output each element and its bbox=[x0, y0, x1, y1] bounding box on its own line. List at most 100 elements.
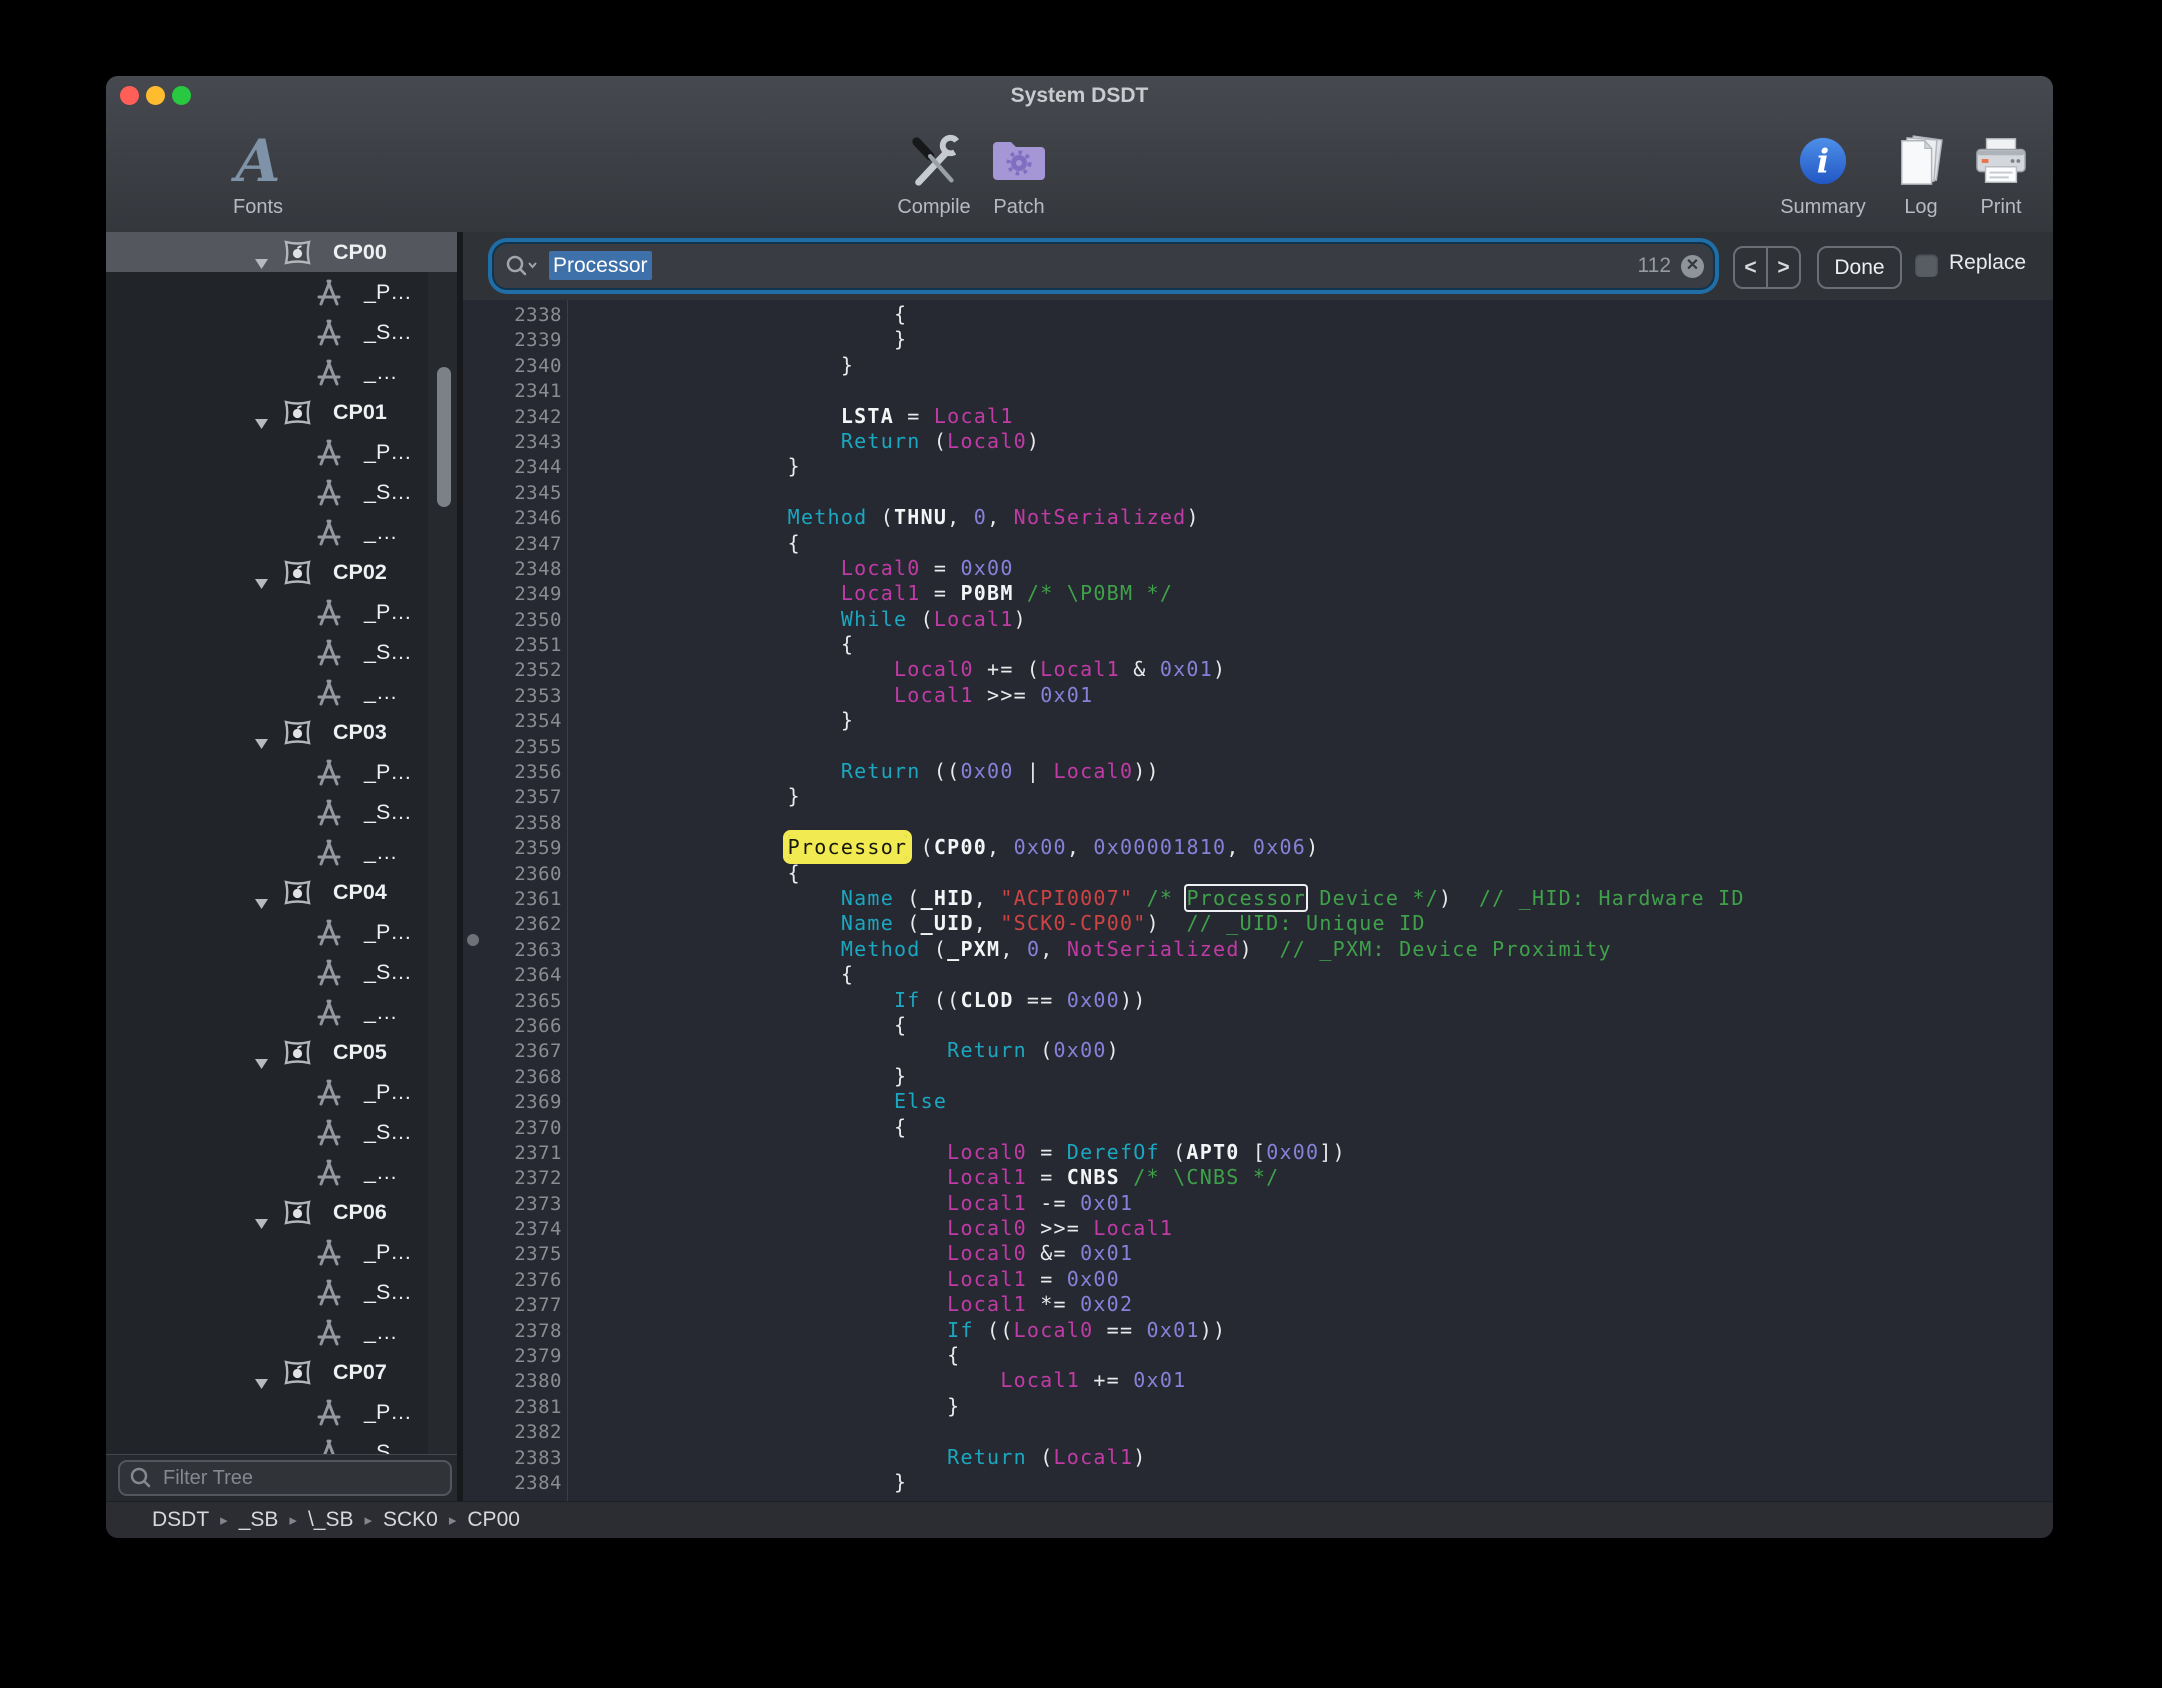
code-lines: 2338 {2339 }2340 }23412342 LSTA = Local1… bbox=[463, 302, 2053, 1495]
replace-checkbox[interactable] bbox=[1915, 254, 1938, 277]
code-line: 2377 Local1 *= 0x02 bbox=[463, 1292, 2053, 1317]
tree-group-label: CP01 bbox=[333, 392, 387, 432]
sidebar-item-cp06[interactable]: CP06 bbox=[106, 1192, 457, 1232]
breadcrumb-item-dsdt[interactable]: DSDT bbox=[152, 1508, 209, 1532]
tree-item-label: _S… bbox=[364, 792, 412, 832]
line-number: 2380 bbox=[463, 1369, 562, 1394]
line-number: 2351 bbox=[463, 633, 562, 658]
tree-item[interactable]: _… bbox=[106, 992, 457, 1032]
tree-item[interactable]: _… bbox=[106, 832, 457, 872]
tree-item[interactable]: _S… bbox=[106, 632, 457, 672]
tree-item[interactable]: _P… bbox=[106, 752, 457, 792]
method-icon bbox=[314, 759, 344, 786]
disclosure-triangle-icon[interactable] bbox=[254, 258, 269, 270]
sidebar-item-cp03[interactable]: CP03 bbox=[106, 712, 457, 752]
breadcrumb-separator-icon: ▸ bbox=[449, 1511, 457, 1529]
tree-item[interactable]: _P… bbox=[106, 1072, 457, 1112]
disclosure-triangle-icon[interactable] bbox=[254, 1218, 269, 1230]
code-line: 2358 bbox=[463, 810, 2053, 835]
search-input[interactable]: Processor 112 ✕ bbox=[494, 244, 1713, 288]
find-next-button[interactable]: > bbox=[1768, 248, 1799, 287]
search-icon[interactable] bbox=[505, 254, 539, 278]
filter-tree-input[interactable] bbox=[161, 1466, 415, 1491]
breadcrumb-item-sck0[interactable]: SCK0 bbox=[383, 1508, 438, 1532]
tree-item[interactable]: _P… bbox=[106, 432, 457, 472]
line-number: 2355 bbox=[463, 735, 562, 760]
code-line: 2348 Local0 = 0x00 bbox=[463, 556, 2053, 581]
tree-item-label: _P… bbox=[364, 1072, 412, 1112]
line-number: 2372 bbox=[463, 1166, 562, 1191]
line-number: 2374 bbox=[463, 1217, 562, 1242]
code-line: 2338 { bbox=[463, 302, 2053, 327]
code-line: 2350 While (Local1) bbox=[463, 607, 2053, 632]
tree-item-label: _… bbox=[364, 352, 397, 392]
line-number: 2353 bbox=[463, 684, 562, 709]
tree-item-label: _… bbox=[364, 1312, 397, 1352]
pane-divider[interactable] bbox=[457, 232, 463, 1501]
tree-item[interactable]: _… bbox=[106, 1312, 457, 1352]
tree-item[interactable]: _S… bbox=[106, 1112, 457, 1152]
code-line: 2340 } bbox=[463, 353, 2053, 378]
tree-item[interactable]: _S… bbox=[106, 1272, 457, 1312]
line-number: 2338 bbox=[463, 303, 562, 328]
disclosure-triangle-icon[interactable] bbox=[254, 578, 269, 590]
line-number: 2384 bbox=[463, 1471, 562, 1496]
sidebar-item-cp01[interactable]: CP01 bbox=[106, 392, 457, 432]
line-number: 2378 bbox=[463, 1319, 562, 1344]
line-number: 2369 bbox=[463, 1090, 562, 1115]
tree-item[interactable]: _… bbox=[106, 672, 457, 712]
tree-item[interactable]: _… bbox=[106, 1152, 457, 1192]
disclosure-triangle-icon[interactable] bbox=[254, 898, 269, 910]
method-icon bbox=[314, 359, 344, 386]
fonts-button[interactable]: A Fonts bbox=[188, 128, 328, 219]
tree-item[interactable]: _S… bbox=[106, 1432, 457, 1455]
breadcrumb-separator-icon: ▸ bbox=[289, 1511, 297, 1529]
code-line: 2356 Return ((0x00 | Local0)) bbox=[463, 759, 2053, 784]
scope-icon bbox=[282, 559, 313, 586]
disclosure-triangle-icon[interactable] bbox=[254, 1378, 269, 1390]
sidebar-item-cp07[interactable]: CP07 bbox=[106, 1352, 457, 1392]
breadcrumb-item-cp00[interactable]: CP00 bbox=[467, 1508, 520, 1532]
patch-button[interactable]: Patch bbox=[949, 128, 1089, 219]
disclosure-triangle-icon[interactable] bbox=[254, 418, 269, 430]
method-icon bbox=[314, 679, 344, 706]
tree-item[interactable]: _S… bbox=[106, 792, 457, 832]
tree-item[interactable]: _P… bbox=[106, 272, 457, 312]
breadcrumb-item-sb[interactable]: \_SB bbox=[308, 1508, 354, 1532]
tree-item[interactable]: _S… bbox=[106, 312, 457, 352]
filter-field[interactable] bbox=[118, 1460, 452, 1496]
print-button[interactable]: Print bbox=[1931, 128, 2053, 219]
tree-item[interactable]: _S… bbox=[106, 952, 457, 992]
sidebar-item-cp00[interactable]: CP00 bbox=[106, 232, 457, 272]
clear-search-icon[interactable]: ✕ bbox=[1681, 255, 1704, 278]
scope-icon bbox=[282, 1359, 313, 1386]
line-number: 2376 bbox=[463, 1268, 562, 1293]
breadcrumb-item-sb[interactable]: _SB bbox=[239, 1508, 279, 1532]
fonts-label: Fonts bbox=[188, 196, 328, 219]
done-button[interactable]: Done bbox=[1817, 246, 1902, 289]
disclosure-triangle-icon[interactable] bbox=[254, 738, 269, 750]
sidebar-item-cp02[interactable]: CP02 bbox=[106, 552, 457, 592]
tree-item[interactable]: _… bbox=[106, 512, 457, 552]
code-line: 2384 } bbox=[463, 1470, 2053, 1495]
disclosure-triangle-icon[interactable] bbox=[254, 1058, 269, 1070]
breadcrumb-separator-icon: ▸ bbox=[220, 1511, 228, 1529]
tree-group-label: CP05 bbox=[333, 1032, 387, 1072]
code-line: 2381 } bbox=[463, 1394, 2053, 1419]
tree-group-label: CP03 bbox=[333, 712, 387, 752]
sidebar-scrollbar-thumb[interactable] bbox=[437, 367, 451, 507]
tree-item[interactable]: _S… bbox=[106, 472, 457, 512]
sidebar-item-cp04[interactable]: CP04 bbox=[106, 872, 457, 912]
find-previous-button[interactable]: < bbox=[1735, 248, 1768, 287]
scope-icon bbox=[282, 399, 313, 426]
sidebar-item-cp05[interactable]: CP05 bbox=[106, 1032, 457, 1072]
tree-item[interactable]: _P… bbox=[106, 912, 457, 952]
tree-item[interactable]: _P… bbox=[106, 1392, 457, 1432]
method-icon bbox=[314, 599, 344, 626]
tree-item[interactable]: _P… bbox=[106, 592, 457, 632]
tree-item[interactable]: _P… bbox=[106, 1232, 457, 1272]
code-line: 2355 bbox=[463, 734, 2053, 759]
tree-item[interactable]: _… bbox=[106, 352, 457, 392]
app-window: System DSDT A Fonts Compile bbox=[106, 76, 2053, 1538]
code-editor[interactable]: 2338 {2339 }2340 }23412342 LSTA = Local1… bbox=[463, 300, 2053, 1501]
